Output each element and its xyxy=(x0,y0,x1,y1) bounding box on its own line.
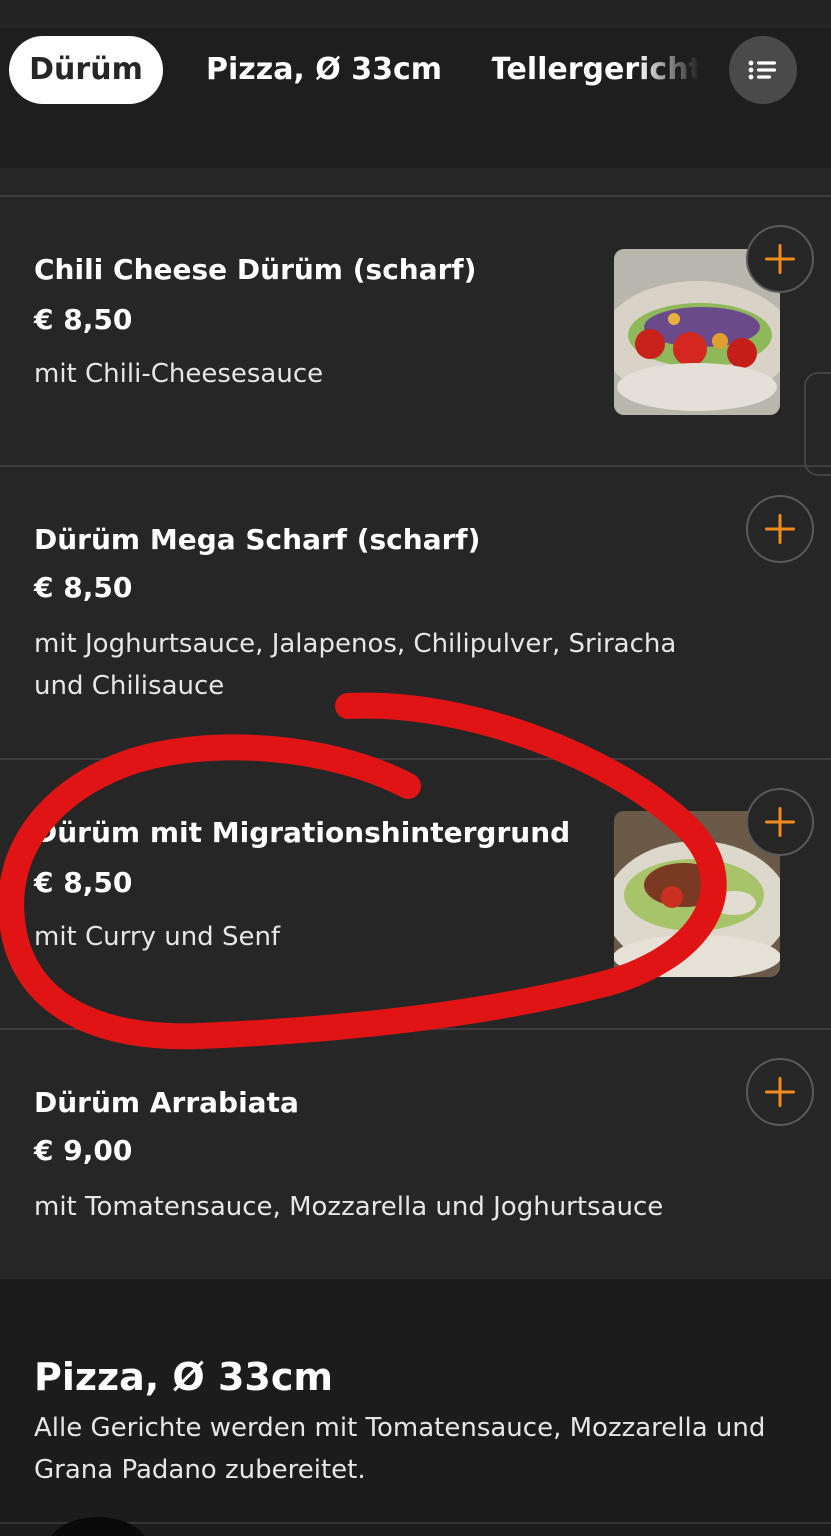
plus-icon xyxy=(765,514,795,544)
add-button[interactable] xyxy=(746,788,814,856)
item-price: € 8,50 xyxy=(34,571,133,604)
menu-item[interactable]: Dürüm Arrabiata € 9,00 mit Tomatensauce,… xyxy=(0,1030,831,1279)
item-name: Dürüm Arrabiata xyxy=(34,1086,299,1119)
scroll-handle[interactable] xyxy=(804,372,831,476)
item-price: € 8,50 xyxy=(34,303,133,336)
tab-pizza[interactable]: Pizza, Ø 33cm xyxy=(206,36,442,104)
item-price: € 9,00 xyxy=(34,1134,133,1167)
plus-icon xyxy=(765,1077,795,1107)
tab-durum[interactable]: Dürüm xyxy=(9,36,163,104)
add-button[interactable] xyxy=(746,225,814,293)
item-description: mit Tomatensauce, Mozzarella und Joghurt… xyxy=(34,1192,664,1222)
pizza-section: Pizza, Ø 33cm Alle Gerichte werden mit T… xyxy=(0,1279,831,1536)
menu-item[interactable]: Chili Cheese Dürüm (scharf) € 8,50 mit C… xyxy=(0,197,831,465)
floating-button[interactable] xyxy=(48,1517,148,1536)
add-button[interactable] xyxy=(746,1058,814,1126)
status-bar xyxy=(0,0,831,28)
item-description: mit Curry und Senf xyxy=(34,922,281,952)
item-price: € 8,50 xyxy=(34,866,133,899)
plus-icon xyxy=(765,244,795,274)
section-description: Alle Gerichte werden mit Tomatensauce, M… xyxy=(34,1413,766,1485)
menu-item[interactable]: Dürüm Mega Scharf (scharf) € 8,50 mit Jo… xyxy=(0,467,831,758)
plus-icon xyxy=(765,807,795,837)
add-button[interactable] xyxy=(746,495,814,563)
item-name: Dürüm mit Migrationshintergrund xyxy=(34,816,571,849)
item-name: Dürüm Mega Scharf (scharf) xyxy=(34,523,481,556)
item-description: mit Chili-Cheesesauce xyxy=(34,359,324,389)
section-title: Pizza, Ø 33cm xyxy=(34,1355,333,1399)
category-menu-button[interactable] xyxy=(729,36,797,104)
tab-tellergerichte[interactable]: Tellergerichte xyxy=(490,36,700,104)
menu-item[interactable]: Dürüm mit Migrationshintergrund € 8,50 m… xyxy=(0,760,831,1028)
item-description: mit Joghurtsauce, Jalapenos, Chilipulver… xyxy=(34,629,677,701)
item-name: Chili Cheese Dürüm (scharf) xyxy=(34,253,477,286)
list-icon xyxy=(748,60,776,80)
